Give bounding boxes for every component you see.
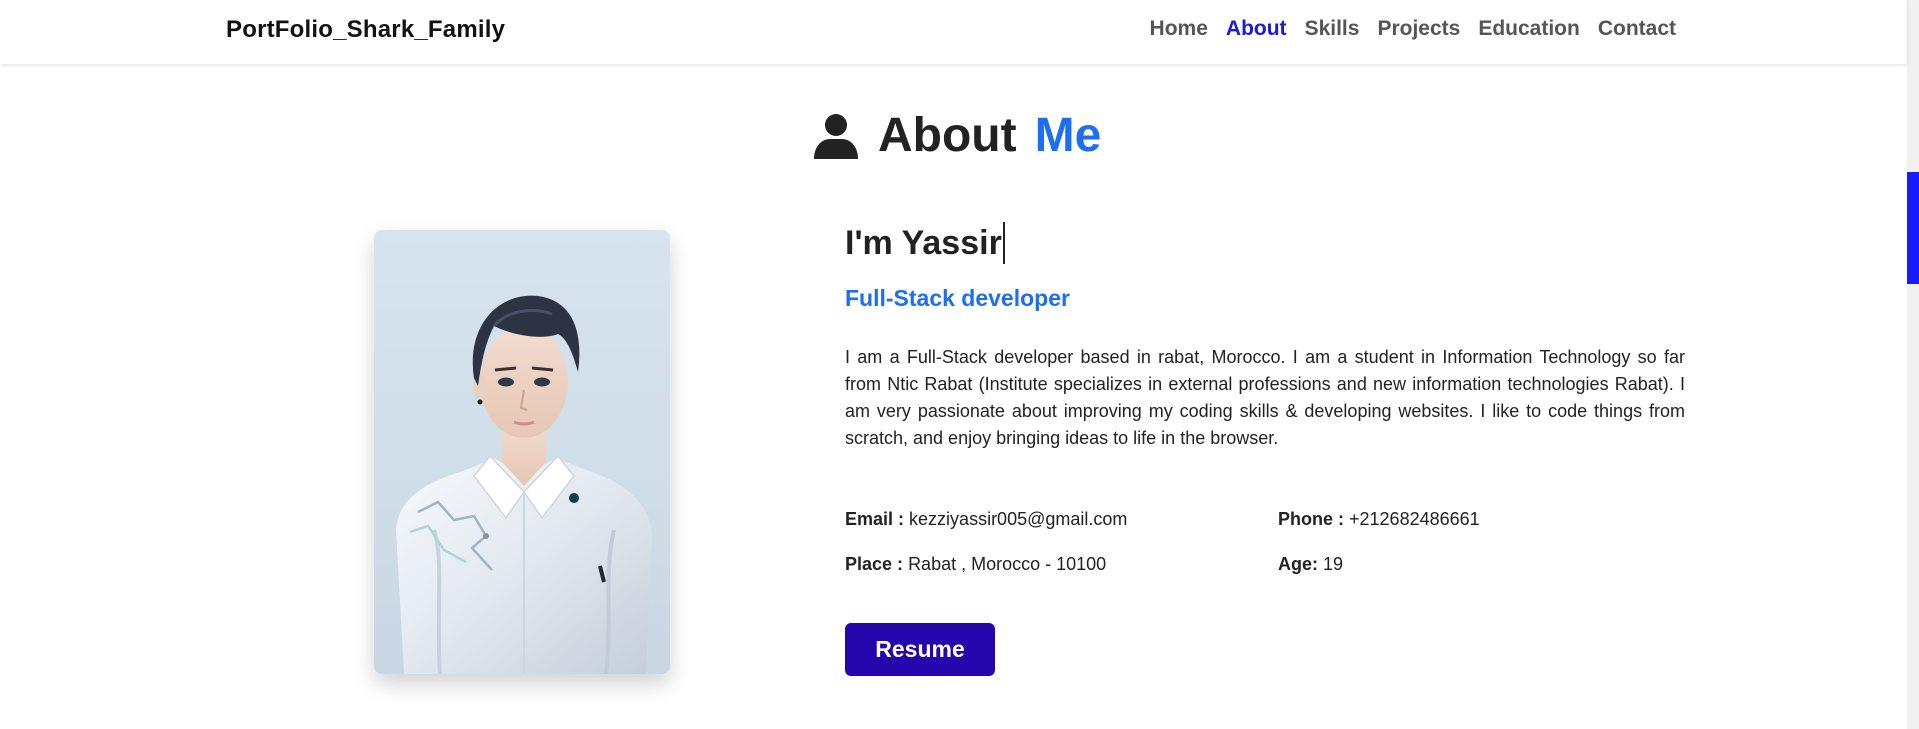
place-value: Rabat , Morocco - 10100 [908, 554, 1107, 574]
nav-links: Home About Skills Projects Education Con… [1150, 17, 1676, 41]
phone-info: Phone : +212682486661 [1278, 509, 1480, 530]
nav-skills[interactable]: Skills [1305, 17, 1360, 41]
navbar: PortFolio_Shark_Family Home About Skills… [0, 0, 1907, 64]
phone-value: +212682486661 [1349, 509, 1480, 529]
bio-text: I am a Full-Stack developer based in rab… [845, 347, 1685, 448]
email-value: kezziyassir005@gmail.com [909, 509, 1128, 529]
section-title-main: About [878, 109, 1017, 162]
page: PortFolio_Shark_Family Home About Skills… [0, 0, 1919, 729]
greeting-heading: I'm Yassir [845, 222, 1005, 264]
age-value: 19 [1323, 554, 1344, 574]
nav-home[interactable]: Home [1150, 17, 1208, 41]
nav-education[interactable]: Education [1478, 17, 1580, 41]
age-info: Age: 19 [1278, 554, 1343, 575]
greeting-text: I'm Yassir [845, 223, 1002, 262]
user-icon [812, 112, 860, 160]
nav-projects[interactable]: Projects [1377, 17, 1460, 41]
email-info: Email : kezziyassir005@gmail.com [845, 509, 1127, 530]
brand-logo[interactable]: PortFolio_Shark_Family [226, 16, 505, 44]
role-title: Full-Stack developer [845, 285, 1070, 311]
nav-contact[interactable]: Contact [1598, 17, 1676, 41]
typing-cursor [1002, 222, 1005, 264]
profile-photo [374, 230, 670, 674]
resume-button[interactable]: Resume [845, 623, 995, 676]
place-label: Place : [845, 554, 904, 574]
place-info: Place : Rabat , Morocco - 10100 [845, 554, 1106, 575]
section-title-accent: Me [1034, 109, 1102, 162]
section-title: About Me [812, 112, 1101, 160]
page-scrollbar[interactable] [1907, 0, 1919, 729]
email-label: Email : [845, 509, 905, 529]
phone-label: Phone : [1278, 509, 1344, 529]
scrollbar-thumb[interactable] [1907, 172, 1919, 284]
age-label: Age: [1278, 554, 1318, 574]
nav-about[interactable]: About [1226, 17, 1287, 41]
